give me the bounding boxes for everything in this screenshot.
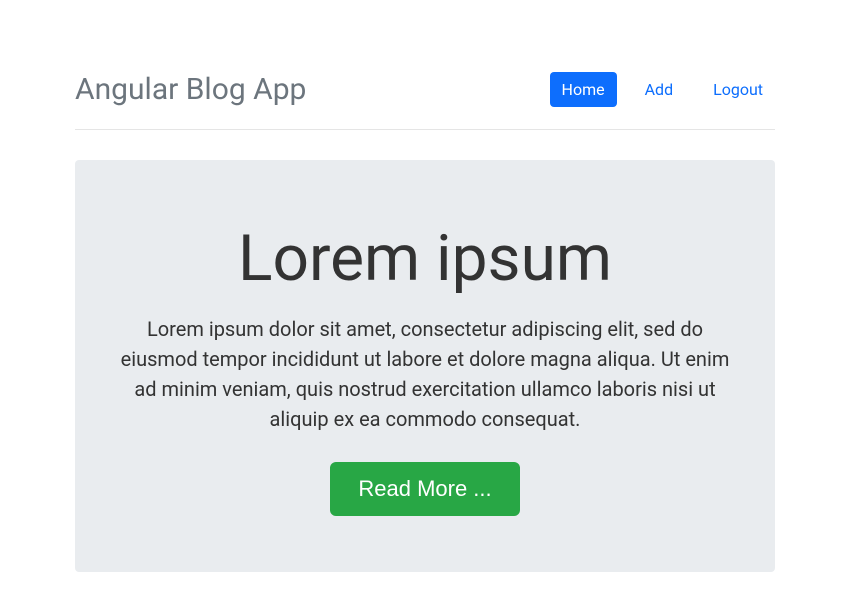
nav-home[interactable]: Home bbox=[550, 72, 617, 107]
nav-logout[interactable]: Logout bbox=[701, 72, 775, 107]
app-brand: Angular Blog App bbox=[75, 72, 306, 107]
nav-links: Home Add Logout bbox=[550, 72, 775, 107]
post-title: Lorem ipsum bbox=[115, 224, 735, 294]
navbar: Angular Blog App Home Add Logout bbox=[75, 72, 775, 130]
nav-add[interactable]: Add bbox=[633, 72, 685, 107]
page-container: Angular Blog App Home Add Logout Lorem i… bbox=[75, 0, 775, 572]
post-excerpt: Lorem ipsum dolor sit amet, consectetur … bbox=[115, 314, 735, 434]
read-more-button[interactable]: Read More ... bbox=[330, 462, 519, 516]
post-card: Lorem ipsum Lorem ipsum dolor sit amet, … bbox=[75, 160, 775, 572]
